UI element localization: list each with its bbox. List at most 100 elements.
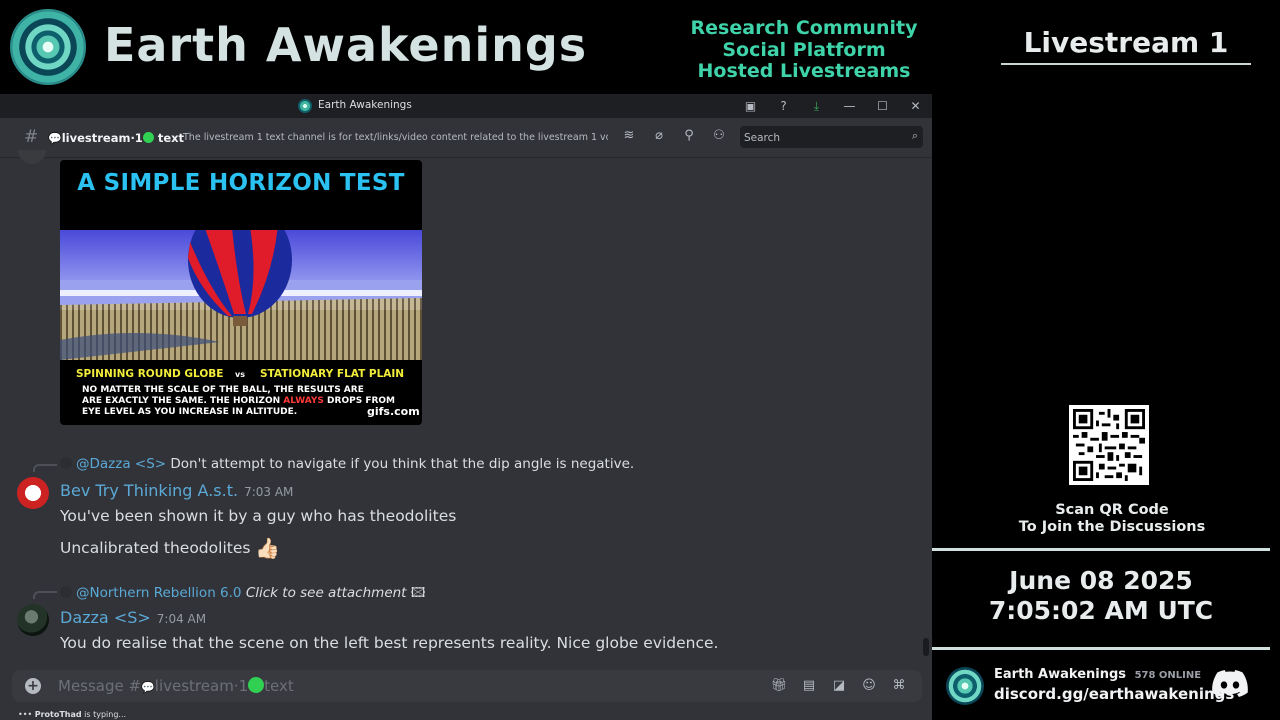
discord-window: Earth Awakenings ▣ ? ⤓ — ☐ ✕ # 💬livestre… [0, 94, 932, 720]
gif-icon[interactable]: ▤ [794, 678, 824, 693]
stream-banner: Earth Awakenings Research Community Soci… [0, 0, 932, 94]
message-text: You do realise that the scene on the lef… [60, 634, 719, 652]
apps-icon[interactable]: ⌘ [884, 678, 914, 693]
thumbs-up-icon: 👍🏻 [255, 536, 281, 560]
channel-hash-icon: # [24, 127, 39, 147]
brand-title: Earth Awakenings [104, 18, 588, 72]
maximize-icon[interactable]: ☐ [866, 94, 899, 118]
window-titlebar: Earth Awakenings ▣ ? ⤓ — ☐ ✕ [0, 94, 932, 118]
channel-header: # 💬livestream·1 text The livestream 1 te… [0, 118, 932, 158]
avatar [60, 457, 72, 469]
screen-share-icon[interactable]: ▣ [734, 94, 767, 118]
speech-bubble-icon: 💬 [141, 681, 155, 694]
close-icon[interactable]: ✕ [899, 94, 932, 118]
titlebar-icons: ▣ ? ⤓ — ☐ ✕ [734, 94, 932, 118]
gift-icon[interactable]: 🎁︎ [764, 678, 794, 693]
search-input[interactable] [740, 127, 890, 149]
search-box[interactable]: ⌕ [740, 126, 923, 149]
green-circle-icon [248, 677, 265, 693]
message-author[interactable]: Dazza <S> [60, 608, 151, 627]
gif-note-1: NO MATTER THE SCALE OF THE BALL, THE RES… [82, 385, 364, 395]
pin-icon[interactable]: ⚲ [674, 128, 704, 143]
message-list: A SIMPLE HORIZON TEST SPINNING ROUND GLO… [0, 150, 932, 664]
divider-bottom [932, 647, 1270, 650]
message-input-suffix: text [264, 677, 294, 695]
taglines: Research Community Social Platform Hoste… [674, 17, 934, 83]
avatar [60, 586, 72, 598]
threads-icon[interactable]: ≋ [614, 128, 644, 143]
image-icon: 🖾 [410, 585, 426, 601]
server-name: Earth Awakenings [994, 667, 1127, 682]
gif-note-2b: ALWAYS [283, 396, 324, 406]
online-count: 578 ONLINE [1134, 670, 1202, 681]
reply-text: Don't attempt to navigate if you think t… [170, 456, 635, 472]
channel-name-prefix: livestream·1 [61, 131, 143, 145]
gif-scene [60, 230, 422, 360]
emoji-icon[interactable]: ☺ [854, 678, 884, 693]
download-icon[interactable]: ⤓ [800, 94, 833, 118]
avatar[interactable] [17, 477, 49, 509]
title-underline [1001, 63, 1251, 65]
qr-caption-line-2: To Join the Discussions [1018, 519, 1206, 535]
channel-name: 💬livestream·1 text [48, 131, 184, 145]
divider-top [932, 548, 1270, 551]
gif-title: A SIMPLE HORIZON TEST [77, 170, 405, 196]
sticker-icon[interactable]: ◪ [824, 678, 854, 693]
typing-text: is typing... [84, 710, 127, 719]
tagline-3: Hosted Livestreams [697, 60, 911, 82]
discord-logo-icon [1212, 670, 1248, 697]
reply-mention[interactable]: @Dazza <S> [76, 456, 166, 472]
qr-code-graphic [1073, 409, 1145, 481]
message-author-row: Dazza <S> 7:04 AM [60, 608, 206, 627]
window-title: Earth Awakenings [318, 99, 412, 111]
channel-toolbar: ≋ ⌀ ⚲ ⚇ [614, 128, 734, 143]
livestream-title: Livestream 1 [1023, 26, 1229, 59]
stream-date: June 08 2025 [1009, 566, 1193, 595]
gif-vs: vs [235, 370, 245, 379]
gif-right-label: STATIONARY FLAT PLAIN [260, 368, 405, 380]
gif-note-2a: ARE EXACTLY THE SAME. THE HORIZON [82, 396, 284, 406]
message-composer[interactable]: + Message #💬livestream·1 text 🎁︎ ▤ ◪ ☺ ⌘ [12, 670, 922, 702]
channel-topic[interactable]: The livestream 1 text channel is for tex… [183, 132, 608, 143]
tagline-2: Social Platform [722, 38, 886, 61]
reply-preview[interactable]: @Dazza <S> Don't attempt to navigate if … [60, 456, 634, 472]
message-timestamp: 7:03 AM [244, 485, 294, 499]
message-timestamp: 7:04 AM [156, 612, 207, 626]
message-author-row: Bev Try Thinking A.s.t. 7:03 AM [60, 481, 293, 500]
gif-left-label: SPINNING ROUND GLOBE [76, 368, 224, 380]
message-text: You've been shown it by a guy who has th… [60, 507, 457, 525]
add-attachment-icon[interactable]: + [25, 678, 41, 694]
channel-name-suffix: text [157, 131, 185, 145]
message-text: Uncalibrated theodolites [60, 539, 251, 557]
search-icon: ⌕ [911, 129, 918, 142]
message-text-row: Uncalibrated theodolites 👍🏻 [60, 536, 280, 560]
invite-link[interactable]: discord.gg/earthawakenings [994, 685, 1234, 703]
avatar [18, 150, 46, 164]
discord-invite-strip: Earth Awakenings 578 ONLINE discord.gg/e… [932, 656, 1280, 720]
green-circle-icon [142, 132, 154, 143]
help-icon[interactable]: ? [767, 94, 800, 118]
speech-bubble-icon: 💬 [48, 132, 62, 145]
reply-mention[interactable]: @Northern Rebellion 6.0 [76, 585, 242, 601]
avatar[interactable] [17, 604, 49, 636]
qr-caption: Scan QR Code To Join the Discussions [1000, 502, 1224, 536]
qr-caption-line-1: Scan QR Code [1055, 502, 1169, 518]
typing-indicator: ••• ProtoThad is typing... [18, 710, 126, 719]
message-input[interactable]: Message #💬livestream·1 text [58, 677, 658, 695]
app-icon [298, 99, 312, 113]
stream-time: 7:05:02 AM UTC [988, 596, 1214, 625]
composer-toolbar: 🎁︎ ▤ ◪ ☺ ⌘ [764, 678, 914, 693]
message-input-channel: livestream·1 [154, 677, 249, 695]
mute-bell-icon[interactable]: ⌀ [644, 128, 674, 143]
message-author[interactable]: Bev Try Thinking A.s.t. [60, 481, 238, 500]
gif-attachment[interactable]: A SIMPLE HORIZON TEST SPINNING ROUND GLO… [60, 160, 422, 425]
typing-user: ProtoThad [34, 710, 82, 719]
reply-connector [33, 591, 57, 599]
members-icon[interactable]: ⚇ [704, 128, 734, 143]
scrollbar-thumb[interactable] [923, 638, 929, 656]
gif-source: gifs.com [367, 405, 420, 418]
reply-preview[interactable]: @Northern Rebellion 6.0 Click to see att… [60, 583, 425, 606]
minimize-icon[interactable]: — [833, 94, 866, 118]
server-icon [946, 667, 984, 705]
earth-awakenings-logo [10, 9, 86, 85]
